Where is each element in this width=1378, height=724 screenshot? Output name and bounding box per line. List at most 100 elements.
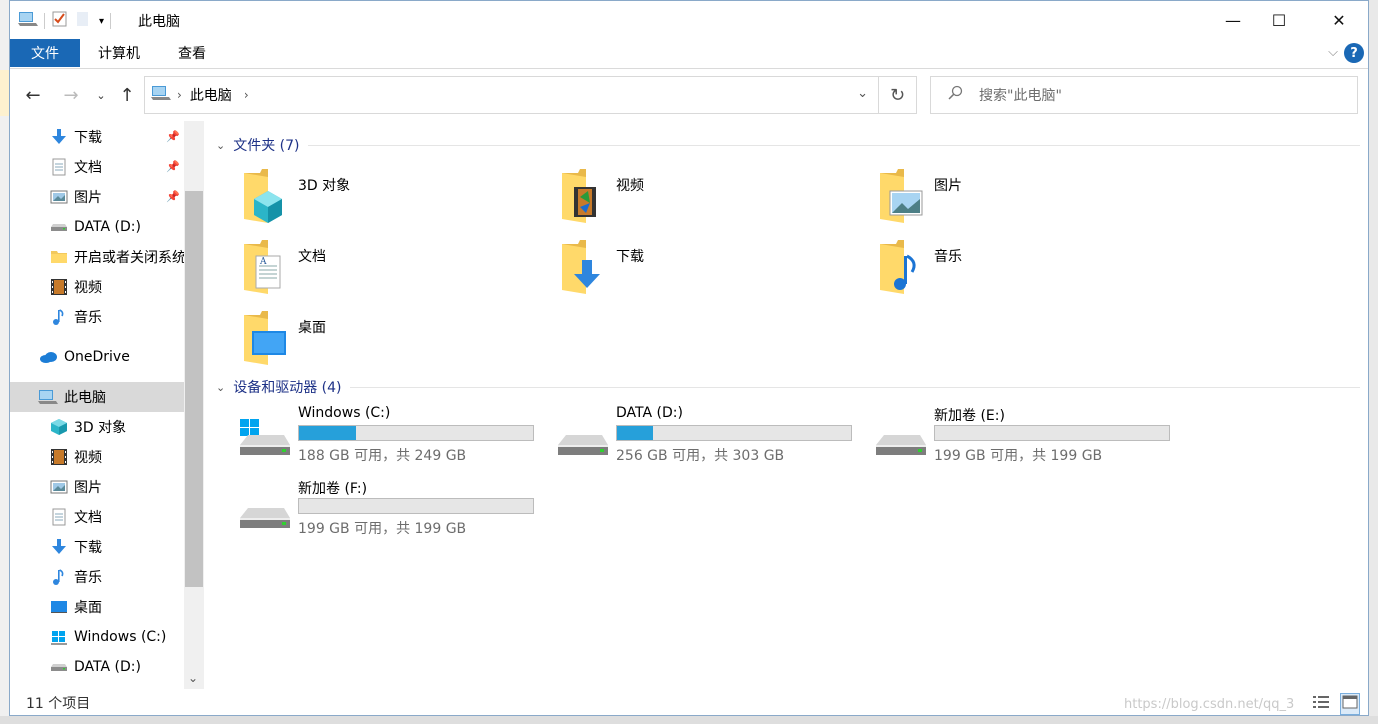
document-icon — [50, 508, 68, 526]
address-dropdown-chevron-icon[interactable]: ⌄ — [857, 86, 868, 101]
minimize-button[interactable]: — — [1210, 1, 1256, 39]
sidebar-item[interactable]: 图片 — [10, 472, 184, 502]
sidebar-item-label: DATA (D:) — [74, 219, 141, 235]
help-button[interactable]: ? — [1344, 43, 1364, 63]
sidebar-item-label: 音乐 — [74, 570, 102, 586]
address-bar[interactable]: › 此电脑 › ⌄ — [144, 76, 879, 114]
sidebar-item[interactable]: 此电脑 — [10, 382, 184, 412]
sidebar-item-label: 此电脑 — [64, 390, 106, 406]
pin-icon[interactable]: 📌 — [166, 160, 180, 173]
recent-locations-chevron-icon[interactable]: ⌄ — [92, 83, 110, 107]
large-icons-view-icon[interactable] — [1340, 693, 1360, 715]
navigation-pane-scrollbar[interactable]: ⌄ — [184, 121, 204, 689]
pictures-icon — [50, 188, 68, 206]
expand-ribbon-chevron-icon[interactable]: ⌵ — [1328, 45, 1338, 60]
folders-group-header[interactable]: ⌄ 文件夹 (7) — [216, 135, 1360, 155]
breadcrumb-chevron-icon[interactable]: › — [177, 88, 182, 102]
maximize-button[interactable]: ☐ — [1256, 1, 1302, 39]
folder-item[interactable]: 音乐 — [874, 234, 1174, 296]
drive-size-text: 199 GB 可用，共 199 GB — [934, 448, 1103, 464]
forward-arrow-icon[interactable]: → — [58, 83, 84, 107]
back-arrow-icon[interactable]: ← — [20, 83, 46, 107]
drive-item[interactable]: 新加卷 (F:) 199 GB 可用，共 199 GB — [238, 478, 548, 540]
drive-item[interactable]: Windows (C:) 188 GB 可用，共 249 GB — [238, 405, 548, 467]
sidebar-item[interactable]: 3D 对象 — [10, 412, 184, 442]
collapse-chevron-icon[interactable]: ⌄ — [216, 381, 225, 394]
sidebar-item[interactable]: 下载 — [10, 532, 184, 562]
drive-usage-fill — [299, 426, 357, 440]
up-arrow-icon[interactable]: ↑ — [116, 83, 138, 107]
sidebar-item[interactable]: 视频 — [10, 442, 184, 472]
drive-name: DATA (D:) — [616, 405, 683, 421]
sidebar-item[interactable]: DATA (D:) — [10, 652, 184, 682]
drive-name: 新加卷 (F:) — [298, 481, 368, 497]
refresh-button[interactable]: ↻ — [878, 76, 917, 114]
folder-label: 桌面 — [298, 320, 326, 336]
new-folder-icon[interactable] — [75, 10, 91, 32]
drive-item[interactable]: 新加卷 (E:) 199 GB 可用，共 199 GB — [874, 405, 1184, 467]
sidebar-item[interactable]: 图片 📌 — [10, 182, 184, 212]
sidebar-item[interactable]: 文档 📌 — [10, 152, 184, 182]
this-pc-icon — [151, 84, 171, 106]
folder-label: 下载 — [616, 249, 644, 265]
folder-item[interactable]: A 文档 — [238, 234, 538, 296]
folder-item[interactable]: 桌面 — [238, 305, 538, 367]
video-icon — [50, 278, 68, 296]
drive-item[interactable]: DATA (D:) 256 GB 可用，共 303 GB — [556, 405, 866, 467]
file-explorer-window: ▾ 此电脑 — ☐ ✕ 文件 计算机 查看 ⌵ ? ← → ⌄ ↑ › 此电脑 … — [9, 0, 1369, 716]
sidebar-item-label: 图片 — [74, 190, 102, 206]
tab-file[interactable]: 文件 — [10, 39, 80, 67]
3d-objects-icon — [50, 418, 68, 436]
scrollbar-thumb[interactable] — [185, 191, 203, 587]
sidebar-item-label: 文档 — [74, 510, 102, 526]
sidebar-item-label: 下载 — [74, 540, 102, 556]
breadcrumb-this-pc[interactable]: 此电脑 — [190, 85, 232, 105]
sidebar-item[interactable]: 开启或者关闭系统 — [10, 242, 184, 272]
collapse-chevron-icon[interactable]: ⌄ — [216, 139, 225, 152]
search-placeholder: 搜索"此电脑" — [979, 88, 1062, 104]
folder-label: 图片 — [934, 178, 962, 194]
details-view-icon[interactable] — [1312, 694, 1330, 714]
document-icon — [50, 158, 68, 176]
close-button[interactable]: ✕ — [1316, 1, 1362, 39]
pin-icon[interactable]: 📌 — [166, 190, 180, 203]
title-bar: ▾ 此电脑 — ☐ ✕ — [10, 1, 1368, 39]
folder-item[interactable]: 视频 — [556, 163, 856, 225]
search-box[interactable]: 搜索"此电脑" — [930, 76, 1358, 114]
sidebar-item-label: DATA (D:) — [74, 659, 141, 675]
customize-toolbar-chevron-icon[interactable]: ▾ — [99, 16, 104, 27]
sidebar-item[interactable]: 音乐 — [10, 562, 184, 592]
drive-size-text: 199 GB 可用，共 199 GB — [298, 521, 467, 537]
sidebar-item-label: Windows (C:) — [74, 629, 167, 645]
folder-item[interactable]: 下载 — [556, 234, 856, 296]
pin-icon[interactable]: 📌 — [166, 130, 180, 143]
drives-group-header[interactable]: ⌄ 设备和驱动器 (4) — [216, 377, 1360, 397]
windows-drive-icon — [50, 628, 68, 646]
sidebar-item[interactable]: 音乐 — [10, 302, 184, 332]
properties-icon[interactable] — [51, 10, 69, 32]
drive-usage-bar — [934, 425, 1170, 441]
scroll-down-arrow-icon[interactable]: ⌄ — [188, 671, 198, 685]
folder-item[interactable]: 图片 — [874, 163, 1174, 225]
folder-item[interactable]: 3D 对象 — [238, 163, 538, 225]
sidebar-item[interactable]: DATA (D:) — [10, 212, 184, 242]
refresh-icon: ↻ — [889, 84, 906, 106]
breadcrumb-chevron-icon[interactable]: › — [244, 88, 249, 102]
video-folder-icon — [556, 163, 606, 231]
sidebar-item[interactable]: 桌面 — [10, 592, 184, 622]
sidebar-item[interactable]: OneDrive — [10, 342, 184, 372]
navigation-bar: ← → ⌄ ↑ › 此电脑 › ⌄ ↻ 搜索"此电脑" — [10, 69, 1368, 121]
drive-name: Windows (C:) — [298, 405, 391, 421]
music-icon — [50, 308, 68, 326]
this-pc-icon — [38, 388, 58, 406]
drive-size-text: 188 GB 可用，共 249 GB — [298, 448, 467, 464]
folder-label: 音乐 — [934, 249, 962, 265]
sidebar-item[interactable]: 文档 — [10, 502, 184, 532]
sidebar-item[interactable]: Windows (C:) — [10, 622, 184, 652]
tab-view[interactable]: 查看 — [166, 39, 218, 67]
this-pc-icon — [18, 10, 38, 32]
item-count: 11 个项目 — [26, 696, 91, 712]
sidebar-item[interactable]: 下载 📌 — [10, 122, 184, 152]
sidebar-item[interactable]: 视频 — [10, 272, 184, 302]
tab-computer[interactable]: 计算机 — [86, 39, 152, 67]
